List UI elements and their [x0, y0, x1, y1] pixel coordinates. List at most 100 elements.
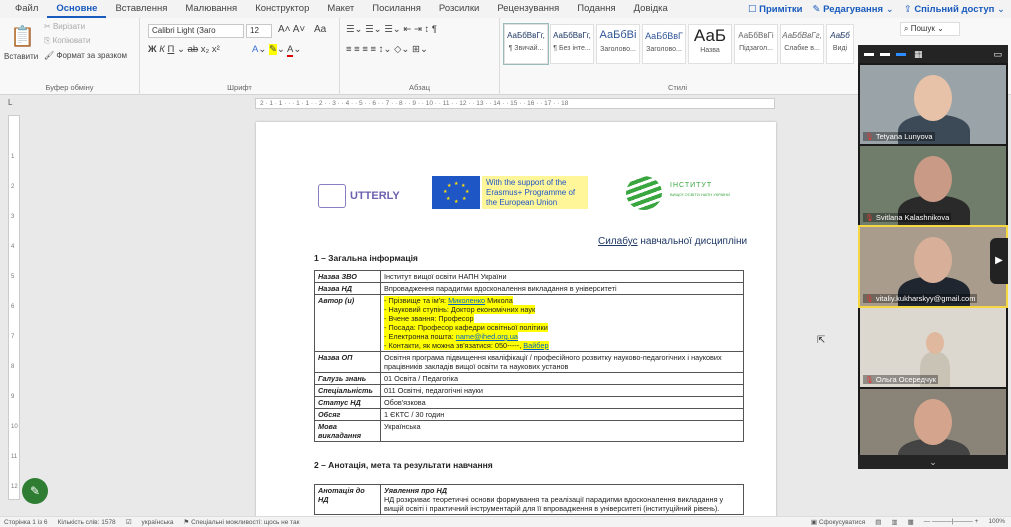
active-view-icon[interactable] [896, 52, 906, 56]
language[interactable]: українська [142, 519, 174, 526]
style-normal[interactable]: АаБбВвГг, ¶ Звичай... [503, 23, 549, 65]
accessibility[interactable]: ⚑ Спеціальні можливості: щось не так [183, 518, 299, 526]
tab-stop-icon[interactable]: L [8, 98, 12, 107]
expand-icon[interactable]: ▭ [993, 49, 1002, 60]
menu-home[interactable]: Основне [47, 0, 107, 18]
align-icons[interactable]: ≡ ≡ ≡ ≡ ↕⌄ ◇⌄ ⊞⌄ [346, 44, 428, 55]
font-label: Шрифт [227, 83, 252, 92]
ruler-tick: 9 [11, 394, 15, 400]
style-emphasis[interactable]: АаБб Виді [826, 24, 854, 64]
mic-muted-icon: 🎙 [865, 134, 874, 141]
print-layout-icon[interactable]: ▥ [891, 518, 897, 526]
style-subtitle[interactable]: АаБбВвГі Підзагол... [734, 24, 778, 64]
participant-name: 🎙 Ольга Осередчук [863, 375, 938, 384]
participant-face [926, 332, 944, 354]
paste-button[interactable]: Вставити [4, 52, 38, 61]
share-button[interactable]: ⇪ Спільний доступ ⌄ [904, 4, 1005, 15]
font-grow-icon[interactable]: A˄ A˅ [278, 24, 305, 35]
comments-button[interactable]: ☐ Примітки [748, 4, 803, 15]
participant-tile[interactable]: 🎙 Ольга Осередчук [860, 308, 1006, 387]
menu-view[interactable]: Подання [568, 0, 624, 18]
author-link[interactable]: Вайбер [523, 341, 548, 350]
menu-draw[interactable]: Малювання [176, 0, 246, 18]
word-count[interactable]: Кількість слів: 1578 [58, 519, 116, 526]
copy-button[interactable]: ⎘ Копіювати [44, 36, 90, 46]
font-case-icon[interactable]: Aa [314, 24, 326, 35]
ruler-tick: 3 [11, 214, 15, 220]
author-link[interactable]: name@ihed.org.ua [456, 332, 518, 341]
style-no-spacing[interactable]: АаБбВвГг, ¶ Без інте... [550, 24, 594, 64]
more-participants-button[interactable]: ⌄ [858, 455, 1008, 469]
grid-icon[interactable]: ▦ [914, 49, 923, 60]
read-mode-icon[interactable]: ▤ [875, 518, 881, 526]
participant-face [914, 237, 952, 283]
menu-file[interactable]: Файл [6, 0, 47, 18]
menu-layout[interactable]: Макет [318, 0, 363, 18]
cut-button[interactable]: ✂ Вирізати [44, 22, 85, 31]
participant-name: 🎙 Tetyana Lunyova [863, 132, 935, 141]
search-box[interactable]: ⌕ Пошук ⌄ [900, 22, 960, 36]
font-group: Calibri Light (Заго 12 A˄ A˅ Aa Ж К П ⌄ … [140, 18, 340, 95]
list-icons[interactable]: ☰⌄ ☰⌄ ☰⌄ ⇤ ⇥ ↕ ¶ [346, 24, 437, 35]
menu-review[interactable]: Рецензування [488, 0, 568, 18]
eu-support-text: With the support of the Erasmus+ Program… [482, 176, 588, 209]
table-row: Анотація до НД Уявлення про НД НД розкрив… [314, 484, 744, 515]
format-painter-button[interactable]: 🖌 Формат за зразком [44, 51, 127, 60]
section-2-heading: 2 – Анотація, мета та результати навчанн… [314, 460, 493, 470]
pen-fab-button[interactable]: ✎ [22, 478, 48, 504]
section-1-heading: 1 – Загальна інформація [314, 253, 418, 263]
paste-icon[interactable]: 📋 [10, 24, 35, 49]
menu-design[interactable]: Конструктор [246, 0, 318, 18]
style-heading-1[interactable]: АаБбВі Заголово... [596, 24, 640, 64]
document-page[interactable]: UTTERLY ★ ★ ★ ★ ★ ★ ★ ★ With the support of t… [256, 122, 776, 522]
page-count[interactable]: Сторінка 1 із 6 [4, 519, 48, 526]
style-subtle-emphasis[interactable]: АаБбВвГг, Слабке в... [780, 24, 824, 64]
ruler-tick: 2 [11, 184, 15, 190]
font-color-icons[interactable]: A⌄ ✎⌄ A⌄ [252, 44, 301, 57]
ruler-tick: 5 [11, 274, 15, 280]
web-layout-icon[interactable]: ▦ [908, 518, 914, 526]
author-link[interactable]: Миколенко [448, 296, 485, 305]
participant-tile[interactable]: 🎙 Svitlana Kalashnikova [860, 146, 1006, 225]
vertical-ruler[interactable]: 1 2 3 4 5 6 7 8 9 10 11 12 [8, 115, 20, 500]
style-heading-2[interactable]: АаБбВвГ Заголово... [642, 24, 686, 64]
ruler-tick: 4 [11, 244, 15, 250]
zoom-panel-header[interactable]: ▦ ▭ [858, 45, 1008, 63]
zoom-slider[interactable]: — ———|——— + [924, 518, 979, 526]
zoom-participants-panel: ▦ ▭ 🎙 Tetyana Lunyova 🎙 Svitlana Kalashniko… [858, 45, 1008, 469]
focus-button[interactable]: ▣ Сфокусуватися [811, 518, 865, 526]
font-size-combo[interactable]: 12 [246, 24, 272, 38]
participant-tile[interactable]: 🎙 Tetyana Lunyova [860, 65, 1006, 144]
panel-toggle-button[interactable]: ▶ [990, 238, 1008, 284]
view-icon[interactable] [880, 52, 890, 56]
horizontal-ruler[interactable]: 2 · 1 · 1 · · · 1 · 1 · · 2 · · 3 · · 4 … [255, 98, 775, 109]
font-format-icons[interactable]: Ж К П ⌄ ab x₂ x² [148, 44, 220, 55]
ruler-tick: 11 [11, 454, 18, 460]
table-row: Назва НД Впровадження парадигми вдосконал… [314, 282, 744, 295]
play-arrow-icon: ▶ [995, 255, 1003, 266]
table-row: Спеціальність 011 Освітні, педагогічні на… [314, 384, 744, 397]
table-row: Мова викладання Українська [314, 420, 744, 442]
status-bar: Сторінка 1 із 6 Кількість слів: 1578 ☑ у… [0, 516, 1011, 527]
menu-mailings[interactable]: Розсилки [430, 0, 488, 18]
editing-button[interactable]: ✎ Редагування ⌄ [813, 4, 894, 15]
font-name-combo[interactable]: Calibri Light (Заго [148, 24, 244, 38]
participant-tile[interactable]: 🎙 vitaliy.kukharskyy@gmail.com [858, 225, 1008, 308]
clipboard-label: Буфер обміну [45, 83, 94, 92]
menu-help[interactable]: Довідка [625, 0, 677, 18]
utterly-logo: UTTERLY [318, 180, 410, 212]
table-row: Обсяг 1 ЄКТС / 30 годин [314, 408, 744, 421]
eu-flag-icon: ★ ★ ★ ★ ★ ★ ★ ★ [432, 176, 480, 209]
style-title[interactable]: АаБ Назва [688, 24, 732, 64]
ruler-tick: 1 [11, 154, 15, 160]
institute-globe-icon [626, 176, 662, 210]
zoom-level[interactable]: 100% [988, 518, 1005, 526]
minimize-icon[interactable] [864, 52, 874, 56]
proofing-icon[interactable]: ☑ [126, 518, 132, 526]
table-row: Назва ОП Освітня програма підвищення квал… [314, 351, 744, 373]
ruler-tick: 10 [11, 424, 18, 430]
menu-insert[interactable]: Вставлення [106, 0, 176, 18]
ruler-tick: 6 [11, 304, 15, 310]
menu-references[interactable]: Посилання [363, 0, 430, 18]
participant-name: 🎙 vitaliy.kukharskyy@gmail.com [863, 294, 978, 303]
